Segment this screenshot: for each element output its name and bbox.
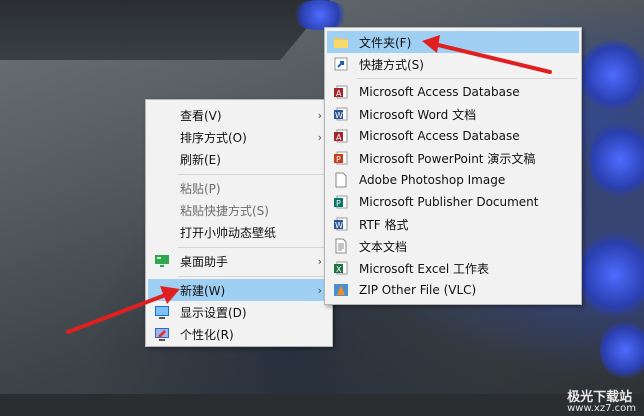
submenu-item-label: Adobe Photoshop Image (359, 173, 506, 187)
submenu-item-label: Microsoft Publisher Document (359, 195, 539, 209)
menu-item-label: 查看(V) (180, 108, 222, 123)
annotation-arrow-new (66, 286, 180, 334)
chevron-right-icon: › (317, 130, 322, 144)
menu-separator (178, 247, 328, 248)
svg-text:A: A (336, 133, 342, 142)
menu-item-sort[interactable]: 排序方式(O) › (148, 126, 330, 148)
chevron-right-icon: › (317, 254, 322, 268)
excel-icon: X (333, 260, 349, 276)
wallpaper-flower (580, 230, 644, 320)
menu-item-label: 刷新(E) (180, 152, 221, 167)
access-icon: A (333, 128, 349, 144)
taskbar[interactable] (0, 394, 644, 416)
chevron-right-icon: › (317, 283, 322, 297)
svg-text:P: P (336, 199, 341, 208)
submenu-item-label: Microsoft Access Database (359, 129, 520, 143)
menu-item-open-wallpaper[interactable]: 打开小帅动态壁纸 (148, 221, 330, 243)
access-icon: A (333, 84, 349, 100)
submenu-item-access[interactable]: A Microsoft Access Database (327, 125, 579, 147)
menu-item-refresh[interactable]: 刷新(E) (148, 148, 330, 170)
menu-separator (178, 276, 328, 277)
annotation-arrow-folder (422, 35, 552, 74)
menu-item-label: 打开小帅动态壁纸 (180, 225, 277, 240)
submenu-item-label: Microsoft Excel 工作表 (359, 261, 490, 276)
chevron-right-icon: › (317, 108, 322, 122)
watermark-url: www.xz7.com (567, 403, 636, 414)
folder-icon (333, 34, 349, 50)
svg-text:P: P (336, 155, 341, 164)
blank-file-icon (333, 172, 349, 188)
submenu-item-photoshop[interactable]: Adobe Photoshop Image (327, 169, 579, 191)
submenu-item-label: 文件夹(F) (359, 35, 412, 50)
submenu-item-text-document[interactable]: 文本文档 (327, 235, 579, 257)
svg-text:W: W (335, 111, 343, 120)
wallpaper-flower (290, 0, 350, 30)
menu-item-view[interactable]: 查看(V) › (148, 104, 330, 126)
menu-item-desktop-assistant[interactable]: 桌面助手 › (148, 250, 330, 272)
svg-text:A: A (336, 89, 342, 98)
menu-item-paste-shortcut: 粘贴快捷方式(S) (148, 199, 330, 221)
menu-item-label: 桌面助手 (180, 254, 229, 269)
submenu-item-zip-vlc[interactable]: ZIP Other File (VLC) (327, 279, 579, 301)
submenu-item-label: Microsoft Access Database (359, 85, 520, 99)
watermark: 极光下载站 www.xz7.com (567, 386, 636, 414)
menu-item-label: 粘贴快捷方式(S) (180, 203, 269, 218)
submenu-item-access[interactable]: A Microsoft Access Database (327, 81, 579, 103)
wallpaper-shape (0, 0, 330, 60)
svg-text:W: W (335, 221, 343, 230)
shortcut-icon (333, 56, 349, 72)
submenu-item-publisher[interactable]: P Microsoft Publisher Document (327, 191, 579, 213)
text-file-icon (333, 238, 349, 254)
word-icon: W (333, 106, 349, 122)
submenu-item-label: RTF 格式 (359, 217, 409, 232)
monitor-icon (154, 253, 170, 269)
publisher-icon: P (333, 194, 349, 210)
submenu-item-label: Microsoft Word 文档 (359, 107, 477, 122)
menu-item-paste: 粘贴(P) (148, 177, 330, 199)
rtf-icon: W (333, 216, 349, 232)
submenu-item-rtf[interactable]: W RTF 格式 (327, 213, 579, 235)
wallpaper-flower (600, 320, 644, 380)
menu-separator (178, 174, 328, 175)
vlc-zip-icon (333, 282, 349, 298)
submenu-item-label: Microsoft PowerPoint 演示文稿 (359, 151, 536, 166)
submenu-item-powerpoint[interactable]: P Microsoft PowerPoint 演示文稿 (327, 147, 579, 169)
submenu-item-label: 文本文档 (359, 239, 408, 254)
submenu-item-excel[interactable]: X Microsoft Excel 工作表 (327, 257, 579, 279)
menu-item-label: 排序方式(O) (180, 130, 247, 145)
wallpaper-flower (590, 120, 644, 200)
powerpoint-icon: P (333, 150, 349, 166)
menu-item-label: 粘贴(P) (180, 181, 221, 196)
svg-text:X: X (336, 265, 342, 274)
wallpaper-flower (578, 40, 644, 110)
submenu-item-label: ZIP Other File (VLC) (359, 283, 477, 297)
submenu-item-word[interactable]: W Microsoft Word 文档 (327, 103, 579, 125)
